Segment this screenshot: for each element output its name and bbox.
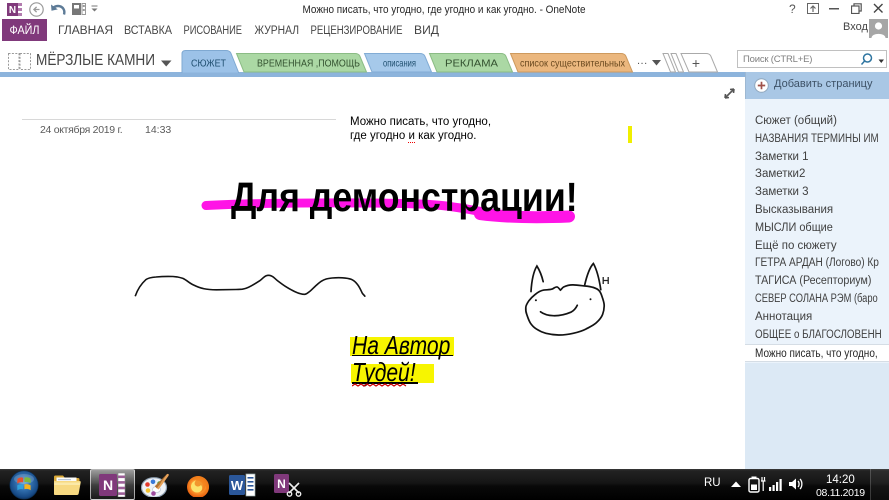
svg-text:РЕКЛАМА: РЕКЛАМА	[445, 58, 498, 70]
svg-text:N: N	[103, 477, 113, 493]
svg-text:ВСТАВКА: ВСТАВКА	[124, 25, 172, 37]
svg-text:ВИД: ВИД	[414, 25, 439, 37]
svg-text:ГЛАВНАЯ: ГЛАВНАЯ	[58, 25, 113, 37]
svg-text:...: ...	[637, 55, 648, 67]
svg-text:РИСОВАНИЕ: РИСОВАНИЕ	[184, 25, 243, 37]
svg-text:ВРЕМЕННАЯ ,ПОМОЩЬ: ВРЕМЕННАЯ ,ПОМОЩЬ	[257, 58, 360, 70]
svg-text:МЁРЗЛЫЕ КАМНИ: МЁРЗЛЫЕ КАМНИ	[36, 51, 155, 69]
svg-text:список существительных: список существительных	[520, 58, 626, 70]
svg-text:W: W	[231, 478, 244, 493]
svg-text:Можно писать, что угодно, где: Можно писать, что угодно, где угодно и к…	[303, 4, 586, 16]
svg-text:ЖУРНАЛ: ЖУРНАЛ	[255, 25, 300, 37]
svg-text:СЮЖЕТ: СЮЖЕТ	[191, 58, 226, 70]
svg-text:+: +	[692, 55, 700, 71]
svg-text:описания: описания	[383, 58, 416, 70]
svg-text:РЕЦЕНЗИРОВАНИЕ: РЕЦЕНЗИРОВАНИЕ	[311, 25, 403, 37]
svg-text:N: N	[277, 477, 286, 491]
svg-text:?: ?	[789, 2, 796, 16]
svg-text:ФАЙЛ: ФАЙЛ	[10, 24, 40, 37]
